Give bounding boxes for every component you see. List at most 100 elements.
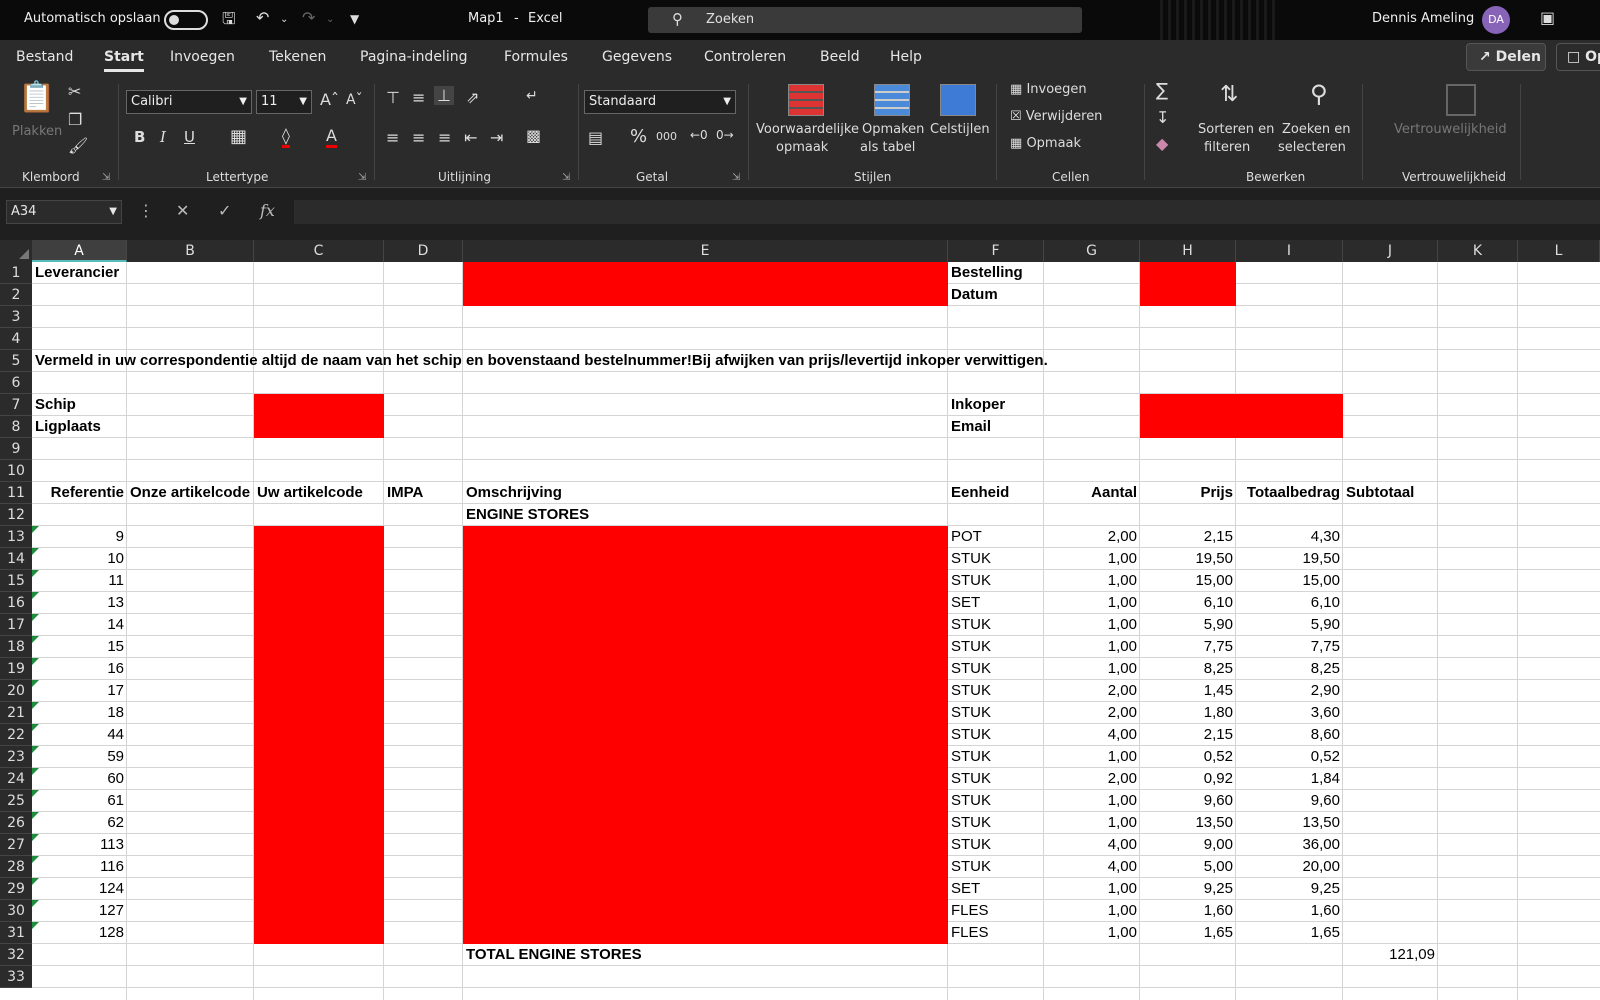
clipboard-launcher-icon[interactable]: ⇲ — [102, 172, 110, 183]
redo-icon[interactable]: ↷ — [302, 8, 315, 27]
row-header-9[interactable]: 9 — [0, 438, 32, 460]
row-header-2[interactable]: 2 — [0, 284, 32, 306]
tab-start[interactable]: Start — [104, 49, 144, 72]
row-header-1[interactable]: 1 — [0, 262, 32, 284]
undo-dropdown-icon[interactable]: ⌄ — [280, 14, 288, 25]
row-header-25[interactable]: 25 — [0, 790, 32, 812]
format-as-table-label-1[interactable]: Opmaken — [862, 122, 924, 137]
percent-button[interactable]: % — [630, 126, 647, 147]
tab-gegevens[interactable]: Gegevens — [602, 49, 672, 65]
decrease-indent-icon[interactable]: ⇤ — [464, 128, 477, 147]
worksheet-grid[interactable]: A B C D E F G H I J K L 1 2 3 4 5 6 7 8 9 10 11 12 13 14 15 16 17 18 1… — [0, 240, 1600, 1000]
customize-qat-icon[interactable]: ▼ — [350, 12, 359, 26]
share-button[interactable]: ↗ Delen — [1466, 43, 1546, 71]
tab-formules[interactable]: Formules — [504, 49, 568, 65]
row-header-13[interactable]: 13 — [0, 526, 32, 548]
row-header-15[interactable]: 15 — [0, 570, 32, 592]
column-header-l[interactable]: L — [1518, 240, 1600, 262]
search-box[interactable]: ⚲ Zoeken — [648, 7, 1082, 33]
increase-indent-icon[interactable]: ⇥ — [490, 128, 503, 147]
row-header-32[interactable]: 32 — [0, 944, 32, 966]
ribbon-display-icon[interactable]: ▣ — [1540, 8, 1555, 27]
decrease-decimal-icon[interactable]: 0→ — [716, 128, 734, 142]
column-header-c[interactable]: C — [254, 240, 384, 262]
borders-icon[interactable]: ▦ — [230, 126, 247, 147]
find-select-label-2[interactable]: selecteren — [1278, 140, 1346, 155]
font-size-select[interactable]: 11 ▼ — [256, 90, 312, 114]
redo-dropdown-icon[interactable]: ⌄ — [326, 14, 334, 25]
formula-input[interactable] — [294, 200, 1600, 224]
row-header-7[interactable]: 7 — [0, 394, 32, 416]
delete-cells-button[interactable]: ☒ Verwijderen — [1010, 109, 1102, 124]
column-header-g[interactable]: G — [1044, 240, 1140, 262]
conditional-formatting-label-2[interactable]: opmaak — [776, 140, 828, 155]
number-launcher-icon[interactable]: ⇲ — [732, 172, 740, 183]
paste-icon[interactable]: 📋 — [18, 80, 55, 115]
find-select-label-1[interactable]: Zoeken en — [1282, 122, 1351, 137]
sort-filter-icon[interactable]: ⇅ — [1220, 82, 1238, 107]
row-header-10[interactable]: 10 — [0, 460, 32, 482]
sort-filter-label-2[interactable]: filteren — [1204, 140, 1250, 155]
number-format-select[interactable]: Standaard ▼ — [584, 90, 736, 114]
row-header-24[interactable]: 24 — [0, 768, 32, 790]
row-header-21[interactable]: 21 — [0, 702, 32, 724]
column-header-k[interactable]: K — [1438, 240, 1518, 262]
align-middle-icon[interactable]: ≡ — [412, 88, 425, 107]
align-right-icon[interactable]: ≡ — [438, 128, 451, 147]
wrap-text-icon[interactable]: ↵ — [526, 88, 538, 104]
column-header-d[interactable]: D — [384, 240, 463, 262]
row-header-29[interactable]: 29 — [0, 878, 32, 900]
column-header-f[interactable]: F — [948, 240, 1044, 262]
copy-icon[interactable]: ❐ — [68, 110, 82, 129]
sensitivity-button[interactable]: Vertrouwelijkheid — [1394, 122, 1507, 137]
row-header-8[interactable]: 8 — [0, 416, 32, 438]
row-header-22[interactable]: 22 — [0, 724, 32, 746]
column-header-h[interactable]: H — [1140, 240, 1236, 262]
enter-icon[interactable]: ✓ — [218, 201, 231, 220]
font-name-select[interactable]: Calibri ▼ — [126, 90, 252, 114]
format-as-table-icon[interactable] — [874, 84, 910, 116]
merge-center-icon[interactable]: ▩ — [526, 126, 541, 145]
shrink-font-icon[interactable]: Aˇ — [346, 92, 363, 108]
fill-icon[interactable]: ↧ — [1156, 108, 1169, 127]
column-header-b[interactable]: B — [127, 240, 254, 262]
increase-decimal-icon[interactable]: ←0 — [690, 128, 708, 142]
row-header-4[interactable]: 4 — [0, 328, 32, 350]
row-header-31[interactable]: 31 — [0, 922, 32, 944]
autosave-toggle[interactable] — [164, 10, 208, 30]
tab-beeld[interactable]: Beeld — [820, 49, 860, 65]
column-header-j[interactable]: J — [1343, 240, 1438, 262]
row-header-19[interactable]: 19 — [0, 658, 32, 680]
cell-styles-button[interactable]: Celstijlen — [930, 122, 990, 137]
comments-button[interactable]: □ Op — [1556, 43, 1600, 71]
align-bottom-icon[interactable]: ⊥ — [434, 86, 454, 105]
undo-icon[interactable]: ↶ — [256, 8, 269, 27]
insert-function-button[interactable]: fx — [260, 201, 275, 220]
sensitivity-icon[interactable] — [1446, 84, 1476, 116]
align-center-icon[interactable]: ≡ — [412, 128, 425, 147]
name-box[interactable]: A34 ▼ — [6, 200, 122, 224]
row-header-33[interactable]: 33 — [0, 966, 32, 988]
row-header-30[interactable]: 30 — [0, 900, 32, 922]
row-header-26[interactable]: 26 — [0, 812, 32, 834]
row-header-27[interactable]: 27 — [0, 834, 32, 856]
currency-icon[interactable]: ▤ — [588, 128, 603, 147]
row-header-12[interactable]: 12 — [0, 504, 32, 526]
clear-icon[interactable]: ◆ — [1156, 134, 1168, 153]
row-header-18[interactable]: 18 — [0, 636, 32, 658]
select-all-corner[interactable] — [0, 240, 32, 262]
tab-controleren[interactable]: Controleren — [704, 49, 786, 65]
column-header-a[interactable]: A — [32, 240, 127, 262]
italic-button[interactable]: I — [160, 128, 166, 146]
row-header-14[interactable]: 14 — [0, 548, 32, 570]
save-icon[interactable]: 🖫 — [222, 8, 236, 35]
font-launcher-icon[interactable]: ⇲ — [358, 172, 366, 183]
row-header-3[interactable]: 3 — [0, 306, 32, 328]
format-cells-button[interactable]: ▦ Opmaak — [1010, 136, 1081, 151]
row-header-5[interactable]: 5 — [0, 350, 32, 372]
autosum-icon[interactable]: ∑ — [1156, 80, 1168, 101]
insert-cells-button[interactable]: ▦ Invoegen — [1010, 82, 1087, 97]
conditional-formatting-label-1[interactable]: Voorwaardelijke — [756, 122, 859, 137]
orientation-icon[interactable]: ⇗ — [466, 88, 479, 107]
sort-filter-label-1[interactable]: Sorteren en — [1198, 122, 1274, 137]
